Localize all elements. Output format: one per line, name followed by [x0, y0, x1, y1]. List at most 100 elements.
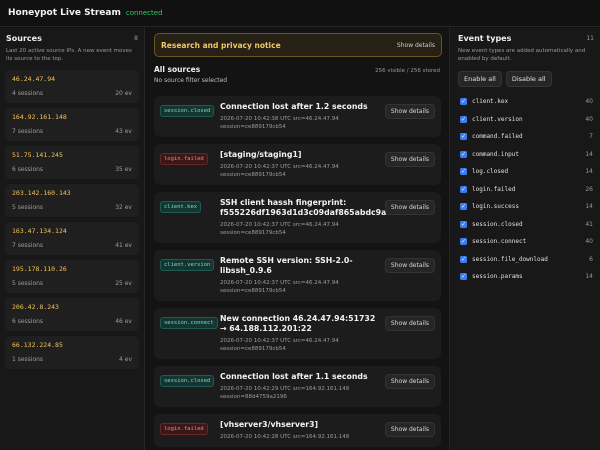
- events-filter-text: No source filter selected: [154, 77, 228, 84]
- source-ip: 203.142.160.143: [12, 189, 71, 197]
- event-type-badge: login.failed: [160, 423, 208, 435]
- event-session: session=ce889179cb54: [220, 288, 286, 294]
- event-show-details-button[interactable]: Show details: [384, 152, 435, 167]
- event-session: session=ce889179cb54: [220, 124, 286, 130]
- event-type-name: session.params: [472, 273, 523, 281]
- event-type-checkbox[interactable]: ✓: [460, 133, 467, 141]
- event-body: [staging/staging1] 2026-07-20 10:42:37 UT…: [220, 150, 381, 179]
- event-show-details-button[interactable]: Show details: [384, 200, 435, 215]
- event-type-count: 6: [589, 255, 593, 263]
- event-session: session=ce889179cb54: [220, 172, 286, 178]
- event-show-details-button[interactable]: Show details: [384, 104, 435, 119]
- event-type-checkbox[interactable]: ✓: [460, 150, 467, 158]
- source-sessions: 1 sessions: [12, 356, 44, 363]
- disable-all-button[interactable]: Disable all: [505, 71, 552, 87]
- event-show-details-button[interactable]: Show details: [384, 316, 435, 331]
- event-type-checkbox[interactable]: ✓: [460, 185, 467, 193]
- event-type-count: 14: [585, 150, 593, 158]
- event-type-row: ✓ session.params 14: [450, 268, 600, 286]
- notice-show-details-button[interactable]: Show details: [397, 42, 435, 49]
- event-type-list: ✓ client.kex 40 ✓ client.version 40 ✓ command.f…: [450, 93, 600, 286]
- sources-description: Last 20 active source IPs. A new event m…: [6, 48, 132, 62]
- event-type-row: ✓ login.success 14: [450, 198, 600, 216]
- event-meta: 2026-07-20 10:42:37 UTC src=46.24.47.94: [220, 222, 339, 228]
- events-panel: Research and privacy notice Show details…: [146, 28, 448, 450]
- event-type-badge: session.closed: [160, 105, 215, 117]
- event-type-checkbox[interactable]: ✓: [460, 238, 467, 246]
- event-type-name: client.version: [472, 115, 523, 123]
- event-type-count: 40: [585, 238, 593, 246]
- event-type-count: 41: [585, 220, 593, 228]
- event-type-count: 40: [585, 115, 593, 123]
- event-body: SSH client hassh fingerprint: f555226df1…: [220, 198, 386, 237]
- source-item[interactable]: 206.42.8.243 6 sessions 46 ev: [5, 298, 139, 331]
- event-meta: 2026-07-20 10:42:28 UTC src=164.92.161.1…: [220, 434, 350, 440]
- event-types-count: 11: [586, 35, 594, 42]
- source-event-count: 46 ev: [115, 318, 132, 325]
- source-sessions: 6 sessions: [12, 166, 44, 173]
- source-ip: 163.47.134.124: [12, 227, 67, 235]
- event-card: session.connect New connection 46.24.47.9…: [154, 308, 441, 359]
- event-meta: 2026-07-20 10:42:29 UTC src=164.92.161.1…: [220, 386, 350, 392]
- event-type-checkbox[interactable]: ✓: [460, 220, 467, 228]
- event-show-details-button[interactable]: Show details: [384, 258, 435, 273]
- event-types-title: Event types: [458, 34, 512, 43]
- event-type-checkbox[interactable]: ✓: [460, 203, 467, 211]
- event-body: Connection lost after 1.1 seconds 2026-07…: [220, 372, 381, 401]
- source-event-count: 20 ev: [115, 90, 132, 97]
- event-type-checkbox[interactable]: ✓: [460, 273, 467, 281]
- event-type-badge: client.version: [160, 259, 215, 271]
- event-title: [vhserver3/vhserver3]: [220, 420, 319, 429]
- event-type-badge: session.closed: [160, 375, 215, 387]
- event-type-row: ✓ log.closed 14: [450, 163, 600, 181]
- event-card: client.version Remote SSH version: SSH-2.…: [154, 250, 441, 301]
- source-item[interactable]: 46.24.47.94 4 sessions 20 ev: [5, 70, 139, 103]
- event-meta: 2026-07-20 10:42:37 UTC src=46.24.47.94: [220, 338, 339, 344]
- event-type-checkbox[interactable]: ✓: [460, 168, 467, 176]
- event-type-checkbox[interactable]: ✓: [460, 98, 467, 106]
- event-meta: 2026-07-20 10:42:38 UTC src=46.24.47.94: [220, 116, 339, 122]
- event-type-name: client.kex: [472, 98, 509, 106]
- event-meta: 2026-07-20 10:42:37 UTC src=46.24.47.94: [220, 280, 339, 286]
- source-item[interactable]: 195.178.110.26 5 sessions 25 ev: [5, 260, 139, 293]
- event-card: login.failed [staging/staging1] 2026-07-20…: [154, 144, 441, 185]
- source-sessions: 7 sessions: [12, 242, 44, 249]
- sources-title: Sources: [6, 34, 42, 43]
- event-type-badge: login.failed: [160, 153, 208, 165]
- event-show-details-button[interactable]: Show details: [384, 422, 435, 437]
- event-title: Connection lost after 1.2 seconds: [220, 102, 368, 111]
- event-type-checkbox[interactable]: ✓: [460, 255, 467, 263]
- event-type-name: session.connect: [472, 238, 527, 246]
- source-item[interactable]: 51.75.141.245 6 sessions 35 ev: [5, 146, 139, 179]
- source-item[interactable]: 163.47.134.124 7 sessions 41 ev: [5, 222, 139, 255]
- source-item[interactable]: 66.132.224.85 1 sessions 4 ev: [5, 336, 139, 369]
- event-type-row: ✓ client.kex 40: [450, 93, 600, 111]
- event-type-count: 26: [585, 185, 593, 193]
- event-body: [vhserver3/vhserver3] 2026-07-20 10:42:28…: [220, 420, 381, 441]
- event-show-details-button[interactable]: Show details: [384, 374, 435, 389]
- connection-status: connected: [125, 9, 163, 17]
- events-stats: 256 visible / 256 stored: [375, 68, 440, 74]
- event-session: session=ce889179cb54: [220, 230, 286, 236]
- event-body: Connection lost after 1.2 seconds 2026-07…: [220, 102, 381, 131]
- event-session: session=88d4759a2196: [220, 394, 287, 400]
- source-ip: 66.132.224.85: [12, 341, 63, 349]
- event-session: session=ce889179cb54: [220, 346, 286, 352]
- source-event-count: 4 ev: [119, 356, 132, 363]
- event-types-panel: Event types 11 New event types are added…: [449, 28, 600, 450]
- source-sessions: 7 sessions: [12, 128, 44, 135]
- sources-panel: Sources 8 Last 20 active source IPs. A n…: [0, 28, 145, 450]
- event-type-checkbox[interactable]: ✓: [460, 115, 467, 123]
- privacy-notice: Research and privacy notice Show details: [154, 33, 442, 57]
- event-type-row: ✓ session.closed 41: [450, 216, 600, 234]
- source-item[interactable]: 203.142.160.143 5 sessions 32 ev: [5, 184, 139, 217]
- event-card: session.closed Connection lost after 1.2 …: [154, 96, 441, 137]
- source-item[interactable]: 164.92.161.148 7 sessions 43 ev: [5, 108, 139, 141]
- event-type-count: 14: [585, 273, 593, 281]
- source-list: 46.24.47.94 4 sessions 20 ev 164.92.161.148…: [0, 70, 144, 369]
- enable-all-button[interactable]: Enable all: [458, 71, 502, 87]
- source-ip: 164.92.161.148: [12, 113, 67, 121]
- sources-count: 8: [134, 35, 138, 42]
- event-type-count: 14: [585, 203, 593, 211]
- event-body: Remote SSH version: SSH-2.0-libssh_0.9.6…: [220, 256, 381, 295]
